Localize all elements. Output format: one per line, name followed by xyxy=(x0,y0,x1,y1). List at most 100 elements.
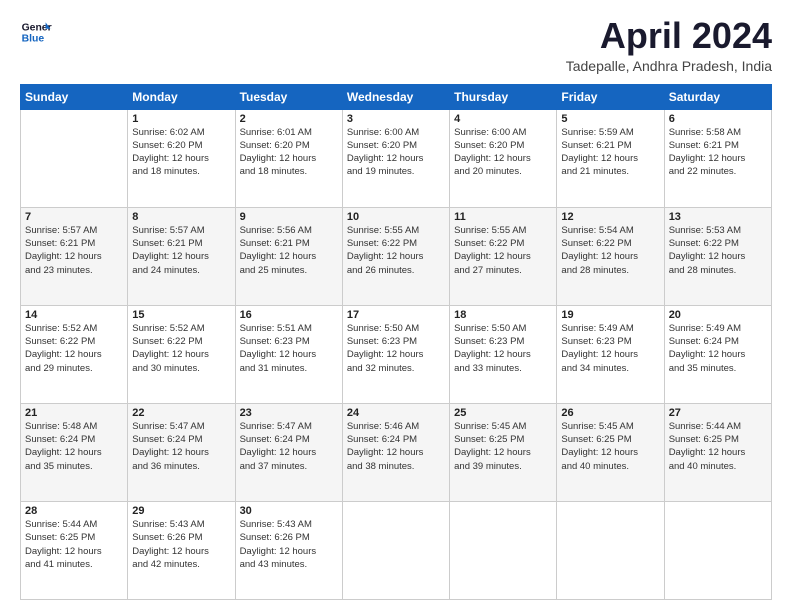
header-monday: Monday xyxy=(128,84,235,109)
month-title: April 2024 xyxy=(566,16,772,56)
day-info: Sunrise: 5:43 AM Sunset: 6:26 PM Dayligh… xyxy=(132,518,230,571)
location: Tadepalle, Andhra Pradesh, India xyxy=(566,58,772,74)
day-cell-w5-d2: 29Sunrise: 5:43 AM Sunset: 6:26 PM Dayli… xyxy=(128,501,235,599)
day-info: Sunrise: 5:57 AM Sunset: 6:21 PM Dayligh… xyxy=(132,224,230,277)
day-cell-w3-d4: 17Sunrise: 5:50 AM Sunset: 6:23 PM Dayli… xyxy=(342,305,449,403)
day-info: Sunrise: 6:00 AM Sunset: 6:20 PM Dayligh… xyxy=(347,126,445,179)
day-cell-w5-d7 xyxy=(664,501,771,599)
day-info: Sunrise: 6:02 AM Sunset: 6:20 PM Dayligh… xyxy=(132,126,230,179)
day-cell-w5-d1: 28Sunrise: 5:44 AM Sunset: 6:25 PM Dayli… xyxy=(21,501,128,599)
day-number: 9 xyxy=(240,211,338,223)
day-info: Sunrise: 5:47 AM Sunset: 6:24 PM Dayligh… xyxy=(132,420,230,473)
day-cell-w2-d2: 8Sunrise: 5:57 AM Sunset: 6:21 PM Daylig… xyxy=(128,207,235,305)
day-info: Sunrise: 5:59 AM Sunset: 6:21 PM Dayligh… xyxy=(561,126,659,179)
day-cell-w2-d6: 12Sunrise: 5:54 AM Sunset: 6:22 PM Dayli… xyxy=(557,207,664,305)
day-info: Sunrise: 5:55 AM Sunset: 6:22 PM Dayligh… xyxy=(454,224,552,277)
day-number: 14 xyxy=(25,309,123,321)
day-info: Sunrise: 5:48 AM Sunset: 6:24 PM Dayligh… xyxy=(25,420,123,473)
day-number: 26 xyxy=(561,407,659,419)
day-cell-w3-d1: 14Sunrise: 5:52 AM Sunset: 6:22 PM Dayli… xyxy=(21,305,128,403)
day-number: 30 xyxy=(240,505,338,517)
day-number: 20 xyxy=(669,309,767,321)
day-cell-w1-d1 xyxy=(21,109,128,207)
day-cell-w5-d6 xyxy=(557,501,664,599)
day-number: 21 xyxy=(25,407,123,419)
day-number: 3 xyxy=(347,113,445,125)
day-info: Sunrise: 5:49 AM Sunset: 6:23 PM Dayligh… xyxy=(561,322,659,375)
day-number: 10 xyxy=(347,211,445,223)
day-cell-w3-d7: 20Sunrise: 5:49 AM Sunset: 6:24 PM Dayli… xyxy=(664,305,771,403)
day-info: Sunrise: 5:47 AM Sunset: 6:24 PM Dayligh… xyxy=(240,420,338,473)
day-number: 11 xyxy=(454,211,552,223)
header-thursday: Thursday xyxy=(450,84,557,109)
day-cell-w4-d5: 25Sunrise: 5:45 AM Sunset: 6:25 PM Dayli… xyxy=(450,403,557,501)
day-cell-w3-d5: 18Sunrise: 5:50 AM Sunset: 6:23 PM Dayli… xyxy=(450,305,557,403)
day-info: Sunrise: 5:44 AM Sunset: 6:25 PM Dayligh… xyxy=(669,420,767,473)
day-cell-w3-d2: 15Sunrise: 5:52 AM Sunset: 6:22 PM Dayli… xyxy=(128,305,235,403)
day-info: Sunrise: 5:53 AM Sunset: 6:22 PM Dayligh… xyxy=(669,224,767,277)
day-number: 12 xyxy=(561,211,659,223)
day-cell-w5-d3: 30Sunrise: 5:43 AM Sunset: 6:26 PM Dayli… xyxy=(235,501,342,599)
day-info: Sunrise: 5:44 AM Sunset: 6:25 PM Dayligh… xyxy=(25,518,123,571)
day-info: Sunrise: 5:43 AM Sunset: 6:26 PM Dayligh… xyxy=(240,518,338,571)
day-info: Sunrise: 5:55 AM Sunset: 6:22 PM Dayligh… xyxy=(347,224,445,277)
day-info: Sunrise: 6:01 AM Sunset: 6:20 PM Dayligh… xyxy=(240,126,338,179)
day-number: 23 xyxy=(240,407,338,419)
day-number: 13 xyxy=(669,211,767,223)
day-cell-w1-d7: 6Sunrise: 5:58 AM Sunset: 6:21 PM Daylig… xyxy=(664,109,771,207)
day-number: 29 xyxy=(132,505,230,517)
week-row-2: 7Sunrise: 5:57 AM Sunset: 6:21 PM Daylig… xyxy=(21,207,772,305)
logo-icon: General Blue xyxy=(20,16,52,48)
day-number: 1 xyxy=(132,113,230,125)
day-info: Sunrise: 5:58 AM Sunset: 6:21 PM Dayligh… xyxy=(669,126,767,179)
day-cell-w1-d3: 2Sunrise: 6:01 AM Sunset: 6:20 PM Daylig… xyxy=(235,109,342,207)
day-number: 7 xyxy=(25,211,123,223)
header-saturday: Saturday xyxy=(664,84,771,109)
day-number: 18 xyxy=(454,309,552,321)
day-info: Sunrise: 5:45 AM Sunset: 6:25 PM Dayligh… xyxy=(561,420,659,473)
day-cell-w4-d4: 24Sunrise: 5:46 AM Sunset: 6:24 PM Dayli… xyxy=(342,403,449,501)
title-block: April 2024 Tadepalle, Andhra Pradesh, In… xyxy=(566,16,772,74)
day-number: 6 xyxy=(669,113,767,125)
day-cell-w2-d5: 11Sunrise: 5:55 AM Sunset: 6:22 PM Dayli… xyxy=(450,207,557,305)
day-cell-w5-d4 xyxy=(342,501,449,599)
day-number: 25 xyxy=(454,407,552,419)
day-number: 2 xyxy=(240,113,338,125)
day-cell-w1-d2: 1Sunrise: 6:02 AM Sunset: 6:20 PM Daylig… xyxy=(128,109,235,207)
day-number: 28 xyxy=(25,505,123,517)
day-number: 16 xyxy=(240,309,338,321)
day-cell-w2-d7: 13Sunrise: 5:53 AM Sunset: 6:22 PM Dayli… xyxy=(664,207,771,305)
calendar-table: Sunday Monday Tuesday Wednesday Thursday… xyxy=(20,84,772,600)
day-cell-w4-d6: 26Sunrise: 5:45 AM Sunset: 6:25 PM Dayli… xyxy=(557,403,664,501)
day-cell-w1-d4: 3Sunrise: 6:00 AM Sunset: 6:20 PM Daylig… xyxy=(342,109,449,207)
header-friday: Friday xyxy=(557,84,664,109)
day-number: 15 xyxy=(132,309,230,321)
day-info: Sunrise: 6:00 AM Sunset: 6:20 PM Dayligh… xyxy=(454,126,552,179)
day-number: 19 xyxy=(561,309,659,321)
day-cell-w2-d1: 7Sunrise: 5:57 AM Sunset: 6:21 PM Daylig… xyxy=(21,207,128,305)
day-info: Sunrise: 5:56 AM Sunset: 6:21 PM Dayligh… xyxy=(240,224,338,277)
day-cell-w4-d7: 27Sunrise: 5:44 AM Sunset: 6:25 PM Dayli… xyxy=(664,403,771,501)
day-info: Sunrise: 5:50 AM Sunset: 6:23 PM Dayligh… xyxy=(347,322,445,375)
day-cell-w4-d3: 23Sunrise: 5:47 AM Sunset: 6:24 PM Dayli… xyxy=(235,403,342,501)
day-cell-w3-d6: 19Sunrise: 5:49 AM Sunset: 6:23 PM Dayli… xyxy=(557,305,664,403)
day-info: Sunrise: 5:52 AM Sunset: 6:22 PM Dayligh… xyxy=(25,322,123,375)
day-cell-w5-d5 xyxy=(450,501,557,599)
weekday-header-row: Sunday Monday Tuesday Wednesday Thursday… xyxy=(21,84,772,109)
day-cell-w4-d1: 21Sunrise: 5:48 AM Sunset: 6:24 PM Dayli… xyxy=(21,403,128,501)
header-tuesday: Tuesday xyxy=(235,84,342,109)
week-row-1: 1Sunrise: 6:02 AM Sunset: 6:20 PM Daylig… xyxy=(21,109,772,207)
day-number: 17 xyxy=(347,309,445,321)
week-row-3: 14Sunrise: 5:52 AM Sunset: 6:22 PM Dayli… xyxy=(21,305,772,403)
day-cell-w2-d3: 9Sunrise: 5:56 AM Sunset: 6:21 PM Daylig… xyxy=(235,207,342,305)
day-cell-w2-d4: 10Sunrise: 5:55 AM Sunset: 6:22 PM Dayli… xyxy=(342,207,449,305)
week-row-4: 21Sunrise: 5:48 AM Sunset: 6:24 PM Dayli… xyxy=(21,403,772,501)
header-wednesday: Wednesday xyxy=(342,84,449,109)
day-info: Sunrise: 5:57 AM Sunset: 6:21 PM Dayligh… xyxy=(25,224,123,277)
day-cell-w1-d5: 4Sunrise: 6:00 AM Sunset: 6:20 PM Daylig… xyxy=(450,109,557,207)
day-number: 5 xyxy=(561,113,659,125)
header-sunday: Sunday xyxy=(21,84,128,109)
day-number: 27 xyxy=(669,407,767,419)
week-row-5: 28Sunrise: 5:44 AM Sunset: 6:25 PM Dayli… xyxy=(21,501,772,599)
header: General Blue April 2024 Tadepalle, Andhr… xyxy=(20,16,772,74)
